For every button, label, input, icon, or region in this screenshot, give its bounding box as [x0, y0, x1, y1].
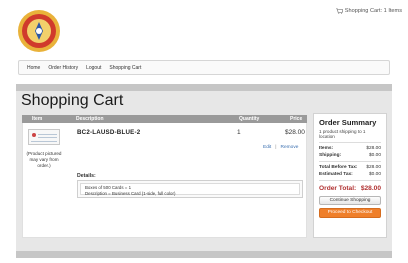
content-bottom-bar	[16, 251, 392, 258]
col-header-item: Item	[32, 116, 43, 122]
details-box: Boxes of 500 Cards = 1 Description = Bus…	[77, 180, 303, 198]
item-name: BC2-LAUSD-BLUE-2	[77, 129, 141, 136]
nav-item-shopping-cart[interactable]: Shopping Cart	[109, 65, 141, 71]
details-label: Details:	[77, 173, 96, 179]
col-header-quantity: Quantity	[239, 116, 260, 122]
content-top-bar	[16, 84, 392, 91]
nav-item-logout[interactable]: Logout	[86, 65, 101, 71]
remove-link[interactable]: Remove	[281, 145, 299, 150]
order-total-label: Order Total:	[319, 185, 357, 192]
col-header-price: Price	[290, 116, 303, 122]
page-title: Shopping Cart	[21, 92, 124, 109]
product-note: (Product pictured may vary from order.)	[26, 151, 62, 168]
summary-before-tax-row: Total Before Tax: $28.00	[319, 165, 381, 170]
divider	[319, 180, 381, 181]
item-quantity: 1	[237, 129, 241, 136]
summary-label: Shipping:	[319, 153, 342, 158]
nav-item-home[interactable]: Home	[27, 65, 40, 71]
summary-value: $28.00	[366, 165, 381, 170]
order-total-row: Order Total: $28.00	[319, 185, 381, 192]
order-total-value: $28.00	[360, 185, 381, 192]
edit-link[interactable]: Edit	[263, 145, 271, 150]
main-nav: Home Order History Logout Shopping Cart	[18, 60, 390, 75]
details-line: Description = Business Card (1-side, ful…	[85, 190, 176, 196]
cart-table-header: Item Description Quantity Price	[22, 115, 307, 123]
col-header-description: Description	[76, 116, 104, 122]
summary-shipping-row: Shipping: $0.00	[319, 153, 381, 158]
summary-label: Estimated Tax:	[319, 172, 353, 177]
product-thumbnail	[28, 129, 60, 145]
summary-label: Total Before Tax:	[319, 165, 358, 170]
summary-value: $28.00	[366, 146, 381, 151]
summary-value: $0.00	[368, 153, 381, 158]
header-cart-link[interactable]: Shopping Cart: 1 Items	[335, 8, 402, 14]
shopping-cart-icon	[335, 8, 343, 14]
table-row: (Product pictured may vary from order.) …	[22, 123, 307, 238]
summary-items-row: Items: $28.00	[319, 146, 381, 151]
order-summary-title: Order Summary	[319, 118, 377, 127]
summary-est-tax-row: Estimated Tax: $0.00	[319, 172, 381, 177]
divider	[319, 161, 381, 162]
order-summary-subtitle: 1 product shipping to 1 location	[319, 129, 366, 139]
header-cart-text: Shopping Cart: 1 Items	[344, 8, 402, 14]
nav-item-order-history[interactable]: Order History	[48, 65, 78, 71]
action-separator: |	[275, 145, 277, 150]
district-seal-logo	[17, 9, 61, 53]
item-price: $28.00	[285, 129, 305, 136]
continue-shopping-button[interactable]: Continue Shopping	[319, 196, 381, 205]
summary-value: $0.00	[368, 172, 381, 177]
divider	[319, 142, 381, 143]
summary-label: Items:	[319, 146, 334, 151]
proceed-to-checkout-button[interactable]: Proceed to Checkout	[319, 208, 381, 218]
order-summary-panel: Order Summary 1 product shipping to 1 lo…	[313, 113, 387, 238]
row-actions: Edit | Remove	[263, 145, 298, 150]
